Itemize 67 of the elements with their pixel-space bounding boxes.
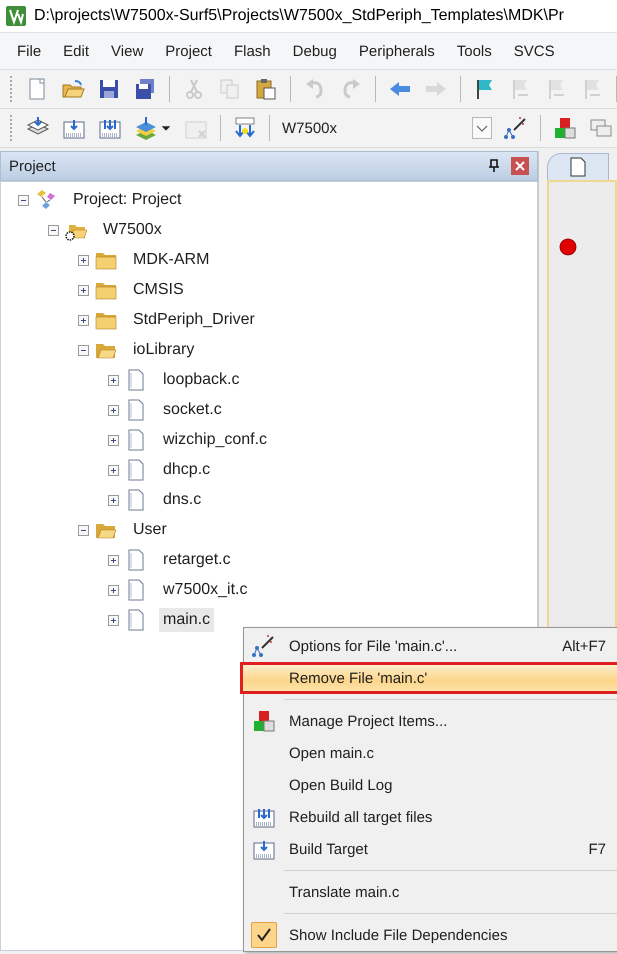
- menu-item[interactable]: Build Target F7: [244, 833, 617, 865]
- expand-icon[interactable]: [108, 404, 119, 416]
- tree-item[interactable]: User: [129, 518, 171, 542]
- menu-item[interactable]: Open Build Log: [244, 769, 617, 801]
- window-title: D:\projects\W7500x-Surf5\Projects\W7500x_StdPeriph_Templates\MDK\Pr: [34, 7, 564, 25]
- expand-icon[interactable]: [108, 374, 119, 386]
- menu-item[interactable]: Translate main.c: [244, 876, 617, 908]
- expand-icon[interactable]: [108, 584, 119, 596]
- menu-item[interactable]: Project: [154, 38, 223, 64]
- tree-item[interactable]: main.c: [159, 608, 214, 632]
- tree-item[interactable]: Project: Project: [69, 188, 186, 212]
- layers-icon[interactable]: [134, 116, 158, 140]
- collapse-icon[interactable]: [18, 194, 29, 206]
- menu-item[interactable]: Open main.c: [244, 737, 617, 769]
- wand-icon: [252, 634, 276, 658]
- tree-item[interactable]: retarget.c: [159, 548, 235, 572]
- editor-tab[interactable]: [547, 153, 609, 180]
- tree-item[interactable]: W7500x: [99, 218, 166, 242]
- pin-icon[interactable]: [487, 159, 501, 173]
- tree-item[interactable]: dns.c: [159, 488, 206, 512]
- blocks-icon: [252, 709, 276, 733]
- dropdown-button[interactable]: [472, 117, 492, 139]
- menu-item[interactable]: Flash: [222, 38, 282, 64]
- menu-item[interactable]: Tools: [446, 38, 503, 64]
- collapse-icon[interactable]: [78, 344, 89, 356]
- document-icon: [570, 157, 586, 177]
- blocks-icon[interactable]: [553, 116, 577, 140]
- menu-item[interactable]: Debug: [282, 38, 348, 64]
- tree-item[interactable]: loopback.c: [159, 368, 244, 392]
- tree-item[interactable]: wizchip_conf.c: [159, 428, 272, 452]
- expand-icon[interactable]: [108, 554, 119, 566]
- menu-item[interactable]: Edit: [52, 38, 100, 64]
- menu-item[interactable]: File: [6, 38, 52, 64]
- tree-item[interactable]: w7500x_it.c: [159, 578, 252, 602]
- expand-icon[interactable]: [108, 494, 119, 506]
- menu-item[interactable]: Manage Project Items...: [244, 705, 617, 737]
- project-icon: [35, 189, 57, 211]
- app-icon: [6, 6, 26, 26]
- expand-icon[interactable]: [78, 254, 89, 266]
- close-button[interactable]: [511, 157, 529, 175]
- expand-icon[interactable]: [78, 314, 89, 326]
- tree-item[interactable]: CMSIS: [129, 278, 188, 302]
- collapse-icon[interactable]: [78, 524, 89, 536]
- menu-item[interactable]: SVCS: [502, 38, 566, 64]
- panel-title: Project: [9, 158, 57, 174]
- menu-item[interactable]: Remove File 'main.c': [240, 662, 617, 694]
- tree-item[interactable]: StdPeriph_Driver: [129, 308, 259, 332]
- expand-icon[interactable]: [78, 284, 89, 296]
- expand-icon[interactable]: [108, 614, 119, 626]
- load-icon[interactable]: [233, 116, 257, 140]
- expand-icon[interactable]: [108, 434, 119, 446]
- menu-item[interactable]: Show Include File Dependencies: [244, 919, 617, 951]
- menu-item[interactable]: Options for File 'main.c'... Alt+F7: [244, 630, 617, 662]
- breakpoint-icon[interactable]: [559, 238, 577, 256]
- tree-item[interactable]: ioLibrary: [129, 338, 198, 362]
- paste-icon[interactable]: [254, 77, 278, 101]
- menu-item[interactable]: Rebuild all target files: [244, 801, 617, 833]
- target-select[interactable]: W7500x: [282, 120, 338, 136]
- tree-item[interactable]: dhcp.c: [159, 458, 214, 482]
- close-icon: [515, 161, 525, 171]
- expand-icon[interactable]: [108, 464, 119, 476]
- collapse-icon[interactable]: [48, 224, 59, 236]
- tree-item[interactable]: MDK-ARM: [129, 248, 214, 272]
- menu-item[interactable]: Peripherals: [348, 38, 446, 64]
- tree-item[interactable]: socket.c: [159, 398, 226, 422]
- menu-item[interactable]: View: [100, 38, 154, 64]
- wand-icon[interactable]: [504, 116, 528, 140]
